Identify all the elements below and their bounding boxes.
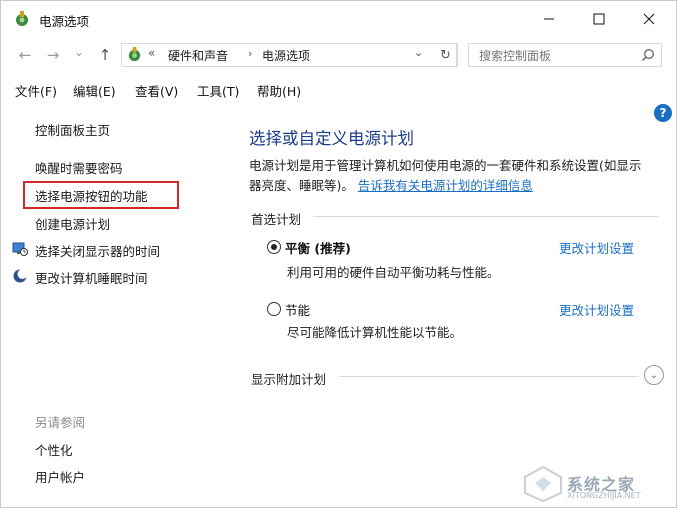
- chevron-down-icon: ⌄: [73, 45, 85, 59]
- see-also-heading: 另请参阅: [35, 415, 86, 430]
- minimize-icon: [544, 18, 554, 20]
- back-button[interactable]: ←: [15, 45, 35, 65]
- up-arrow-icon: ↑: [98, 46, 112, 64]
- plan-balanced-description: 利用可用的硬件自动平衡功耗与性能。: [287, 265, 500, 280]
- close-button[interactable]: [626, 1, 672, 37]
- refresh-button[interactable]: ↻: [435, 43, 457, 67]
- back-arrow-icon: ←: [18, 46, 32, 64]
- preferred-plans-label: 首选计划: [251, 212, 302, 227]
- additional-plans-divider: [339, 376, 639, 377]
- control-panel-icon: [128, 46, 141, 62]
- maximize-button[interactable]: [576, 1, 622, 37]
- moon-sleep-icon: [13, 269, 28, 283]
- refresh-icon: ↻: [440, 47, 451, 63]
- sidebar-control-panel-home[interactable]: 控制面板主页: [35, 120, 110, 139]
- page-title: 选择或自定义电源计划: [249, 129, 414, 148]
- plan-power-saver-change-settings-link[interactable]: 更改计划设置: [559, 300, 634, 319]
- menu-tools[interactable]: 工具(T): [197, 81, 239, 100]
- recent-locations-button[interactable]: ⌄: [69, 42, 89, 62]
- maximize-icon: [593, 13, 605, 25]
- preferred-plans-divider: [313, 216, 659, 217]
- breadcrumb-hardware-sound[interactable]: 硬件和声音: [168, 47, 228, 64]
- breadcrumb-separator-icon: ›: [248, 47, 253, 60]
- see-also-user-accounts[interactable]: 用户帐户: [35, 467, 85, 486]
- chevron-down-icon: ⌄: [649, 369, 659, 381]
- menu-edit[interactable]: 编辑(E): [73, 81, 116, 100]
- plan-power-saver-radio[interactable]: [267, 302, 281, 316]
- minimize-button[interactable]: [526, 1, 572, 37]
- menu-help[interactable]: 帮助(H): [257, 81, 301, 100]
- sidebar-item-display-off-time[interactable]: 选择关闭显示器的时间: [35, 241, 160, 260]
- page-description-text: 器亮度、睡眠等)。: [249, 178, 354, 193]
- watermark-subtext: XITONGZHIJIA.NET: [567, 491, 641, 500]
- sidebar-item-create-plan[interactable]: 创建电源计划: [35, 214, 110, 233]
- window-title: 电源选项: [39, 14, 90, 29]
- see-also-personalization[interactable]: 个性化: [35, 440, 73, 459]
- page-description-line1: 电源计划是用于管理计算机如何使用电源的一套硬件和系统设置(如显示: [249, 158, 642, 173]
- close-icon: [643, 13, 655, 25]
- up-button[interactable]: ↑: [95, 45, 115, 65]
- page-description-line2: 器亮度、睡眠等)。 告诉我有关电源计划的详细信息: [249, 175, 533, 194]
- plan-power-saver-description: 尽可能降低计算机性能以节能。: [287, 325, 463, 340]
- additional-plans-label[interactable]: 显示附加计划: [251, 369, 326, 388]
- address-bar[interactable]: « 硬件和声音 › 电源选项 ⌄: [121, 43, 458, 67]
- search-box[interactable]: 搜索控制面板: [468, 43, 662, 67]
- sidebar-item-sleep-time[interactable]: 更改计算机睡眠时间: [35, 268, 148, 287]
- breadcrumb-overflow-icon[interactable]: «: [148, 46, 155, 60]
- plan-balanced-radio[interactable]: [267, 240, 281, 254]
- menu-bar: 文件(F) 编辑(E) 查看(V) 工具(T) 帮助(H): [1, 77, 676, 101]
- plan-power-saver-name[interactable]: 节能: [285, 300, 310, 319]
- search-icon: [641, 49, 654, 62]
- watermark-logo-icon: [524, 465, 562, 503]
- menu-view[interactable]: 查看(V): [135, 81, 178, 100]
- sidebar-item-require-password[interactable]: 唤醒时需要密码: [35, 158, 123, 177]
- highlight-annotation: [23, 181, 179, 209]
- learn-more-link[interactable]: 告诉我有关电源计划的详细信息: [358, 178, 533, 193]
- power-options-window: 电源选项 ← → ⌄ ↑ « 硬件和声音 › 电源选项 ⌄ ↻ 搜索控制面板 文…: [0, 0, 677, 508]
- address-dropdown-icon[interactable]: ⌄: [414, 46, 423, 59]
- title-bar: 电源选项: [1, 1, 676, 37]
- expand-additional-plans-button[interactable]: ⌄: [644, 365, 664, 385]
- power-options-icon: [16, 11, 28, 26]
- search-placeholder: 搜索控制面板: [479, 49, 552, 63]
- plan-balanced-change-settings-link[interactable]: 更改计划设置: [559, 238, 634, 257]
- forward-arrow-icon: →: [46, 46, 60, 64]
- breadcrumb-power-options[interactable]: 电源选项: [262, 47, 310, 64]
- plan-balanced-name[interactable]: 平衡 (推荐): [285, 238, 351, 257]
- menu-file[interactable]: 文件(F): [15, 81, 57, 100]
- monitor-clock-icon: [12, 242, 28, 256]
- help-icon[interactable]: ?: [654, 104, 672, 122]
- forward-button[interactable]: →: [43, 45, 63, 65]
